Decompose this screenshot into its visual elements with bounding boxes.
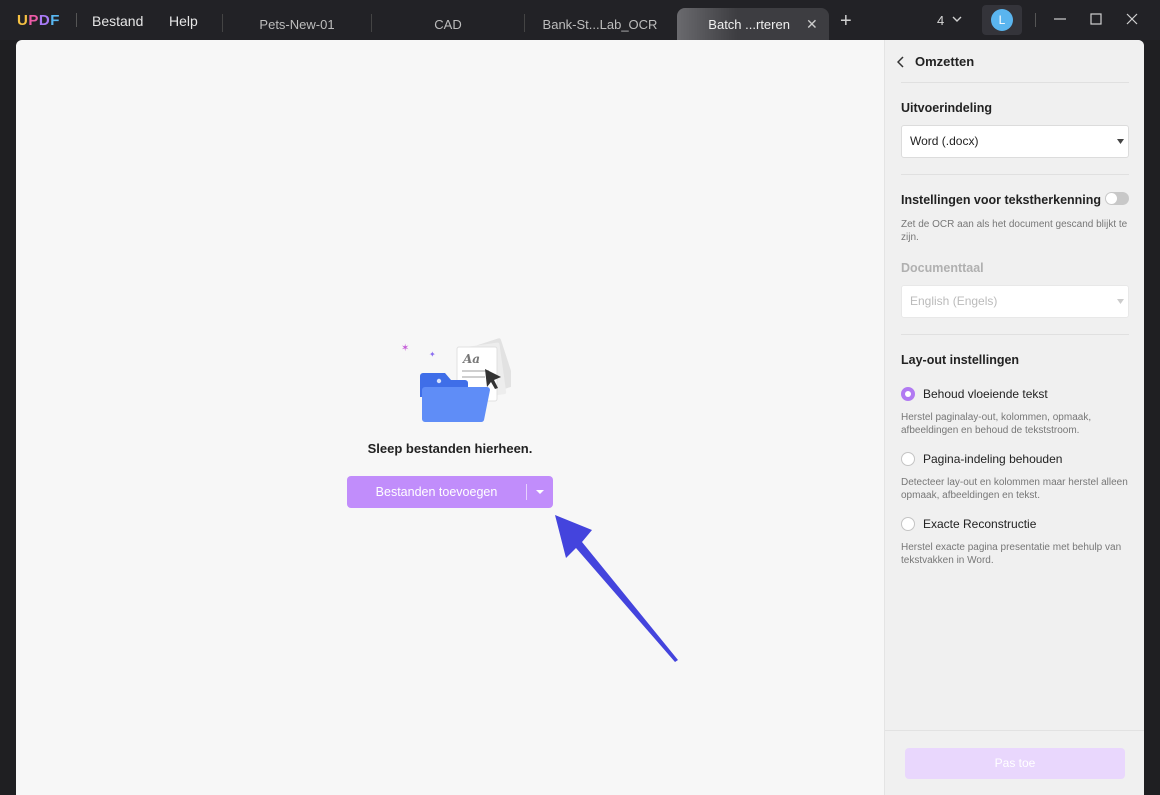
radio-exact-reconstruction[interactable]: Exacte Reconstructie	[901, 517, 1036, 531]
svg-text:✦: ✦	[429, 350, 436, 359]
user-account[interactable]: L	[982, 5, 1022, 35]
main-content: ✶ ✦ Aa Sleep bestanden hierheen. Bestand…	[16, 40, 1144, 795]
radio-label: Behoud vloeiende tekst	[923, 387, 1048, 401]
close-window-icon[interactable]	[1125, 11, 1139, 27]
radio-button[interactable]	[901, 387, 915, 401]
new-tab-plus-icon[interactable]: +	[840, 10, 852, 33]
divider	[901, 174, 1129, 175]
back-arrow-icon[interactable]	[897, 56, 905, 68]
radio-description: Herstel paginalay-out, kolommen, opmaak,…	[901, 412, 1092, 436]
document-language-label: Documenttaal	[901, 261, 984, 275]
title-bar: UPDF Bestand Help Pets-New-01 CAD Bank-S…	[0, 0, 1160, 40]
tab-count[interactable]: 4	[937, 13, 944, 28]
radio-button[interactable]	[901, 517, 915, 531]
tab-label: Batch ...rteren	[708, 16, 790, 32]
radio-keep-flowing-text[interactable]: Behoud vloeiende tekst	[901, 387, 1048, 401]
document-language-select[interactable]: English (Engels)	[901, 285, 1129, 318]
drop-instruction: Sleep bestanden hierheen.	[367, 441, 533, 456]
divider	[901, 82, 1129, 83]
convert-panel: Omzetten Uitvoerindeling Word (.docx) In…	[884, 40, 1144, 795]
apply-button[interactable]: Pas toe	[905, 748, 1125, 779]
radio-button[interactable]	[901, 452, 915, 466]
logo-letter: P	[28, 12, 39, 29]
radio-description: Detecteer lay-out en kolommen maar herst…	[901, 477, 1128, 501]
tab-label: CAD	[434, 16, 462, 32]
close-icon[interactable]: ✕	[806, 16, 818, 33]
tab-bank-statement[interactable]: Bank-St...Lab_OCR	[525, 8, 675, 40]
ocr-description: Zet de OCR aan als het document gescand …	[901, 219, 1128, 243]
output-format-select[interactable]: Word (.docx)	[901, 125, 1129, 158]
tab-pets-new-01[interactable]: Pets-New-01	[223, 8, 371, 40]
logo-letter: F	[50, 12, 60, 29]
divider	[901, 334, 1129, 335]
tab-label: Pets-New-01	[259, 16, 335, 32]
panel-title: Omzetten	[915, 54, 975, 69]
divider	[1035, 13, 1036, 27]
add-files-button[interactable]: Bestanden toevoegen	[347, 476, 553, 508]
logo-letter: U	[17, 12, 29, 29]
updf-logo[interactable]: UPDF	[17, 12, 60, 29]
drop-zone[interactable]: ✶ ✦ Aa Sleep bestanden hierheen. Bestand…	[16, 40, 884, 795]
radio-description: Herstel exacte pagina presentatie met be…	[901, 542, 1122, 566]
output-format-label: Uitvoerindeling	[901, 101, 992, 115]
menu-help[interactable]: Help	[169, 13, 198, 29]
add-files-label: Bestanden toevoegen	[375, 485, 498, 499]
toggle-knob	[1106, 193, 1117, 204]
output-format-value: Word (.docx)	[910, 134, 979, 148]
avatar: L	[991, 9, 1013, 31]
divider	[76, 13, 77, 27]
files-folder-illustration-icon: ✶ ✦ Aa	[401, 338, 511, 423]
svg-text:✶: ✶	[401, 343, 409, 354]
divider	[885, 730, 1144, 731]
panel-header: Omzetten	[885, 40, 1144, 83]
layout-settings-label: Lay-out instellingen	[901, 353, 1020, 367]
minimize-icon[interactable]	[1053, 11, 1067, 27]
document-language-value: English (Engels)	[910, 294, 998, 308]
maximize-icon[interactable]	[1089, 11, 1103, 27]
tab-label: Bank-St...Lab_OCR	[542, 16, 658, 32]
caret-down-icon	[1117, 299, 1124, 304]
menu-file[interactable]: Bestand	[92, 13, 143, 29]
radio-label: Exacte Reconstructie	[923, 517, 1037, 531]
chevron-down-icon[interactable]	[951, 13, 963, 25]
add-files-dropdown[interactable]	[527, 489, 553, 495]
logo-letter: D	[38, 12, 51, 29]
tab-batch-convert[interactable]: Batch ...rteren ✕	[677, 8, 829, 40]
ocr-toggle[interactable]	[1105, 192, 1129, 205]
annotation-arrow-icon	[555, 515, 678, 662]
ocr-settings-label: Instellingen voor tekstherkenning	[901, 193, 1102, 207]
radio-label: Pagina-indeling behouden	[923, 452, 1063, 466]
caret-down-icon	[536, 490, 544, 494]
svg-text:Aa: Aa	[462, 352, 480, 366]
tab-cad[interactable]: CAD	[372, 8, 524, 40]
caret-down-icon	[1117, 139, 1124, 144]
radio-keep-page-layout[interactable]: Pagina-indeling behouden	[901, 452, 1062, 466]
